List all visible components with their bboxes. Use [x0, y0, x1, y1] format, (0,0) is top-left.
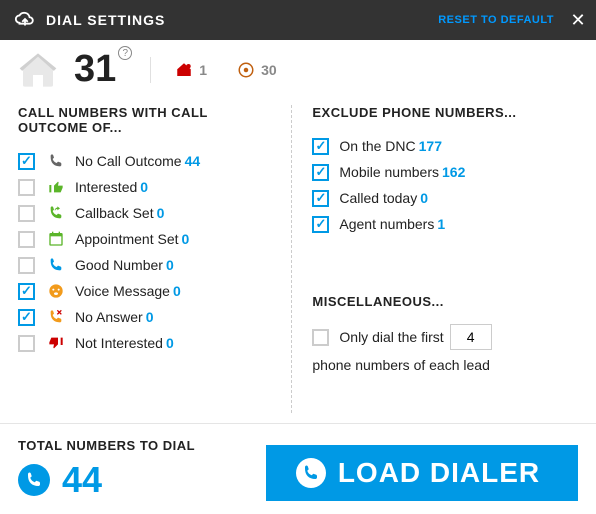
misc-title: MISCELLANEOUS... [312, 294, 578, 309]
outcome-count: 0 [182, 231, 190, 247]
thumb-up-icon [45, 178, 67, 196]
outcome-row: Voice Message0 [18, 279, 275, 303]
stat-home: 1 [175, 61, 207, 79]
phone-icon [18, 464, 50, 496]
misc-checkbox[interactable] [312, 329, 329, 346]
load-dialer-button[interactable]: LOAD DIALER [266, 445, 578, 501]
outcome-label: Voice Message [75, 283, 170, 299]
outcome-row: No Answer0 [18, 305, 275, 329]
checkbox[interactable] [18, 231, 35, 248]
checkbox[interactable] [312, 138, 329, 155]
outcomes-column: CALL NUMBERS WITH CALL OUTCOME OF... No … [18, 105, 292, 413]
exclude-label: Called today [339, 190, 417, 206]
outcome-label: Interested [75, 179, 137, 195]
outcome-count: 0 [146, 309, 154, 325]
phone-icon [296, 458, 326, 488]
close-icon[interactable]: ✕ [570, 10, 586, 31]
outcome-count: 44 [185, 153, 201, 169]
phone-icon [45, 152, 67, 170]
outcome-count: 0 [166, 257, 174, 273]
exclude-count: 1 [437, 216, 445, 232]
outcome-label: Good Number [75, 257, 163, 273]
outcome-count: 0 [173, 283, 181, 299]
checkbox[interactable] [18, 179, 35, 196]
outcome-label: Callback Set [75, 205, 154, 221]
outcome-count: 0 [140, 179, 148, 195]
outcomes-title: CALL NUMBERS WITH CALL OUTCOME OF... [18, 105, 275, 135]
help-icon[interactable]: ? [118, 46, 132, 60]
outcome-row: Not Interested0 [18, 331, 275, 355]
outcome-label: No Answer [75, 309, 143, 325]
exclude-label: On the DNC [339, 138, 415, 154]
phone-x-icon [45, 308, 67, 326]
outcome-row: Appointment Set0 [18, 227, 275, 251]
header: DIAL SETTINGS RESET TO DEFAULT ✕ [0, 0, 596, 40]
cloud-icon [14, 9, 36, 31]
outcome-count: 0 [166, 335, 174, 351]
checkbox[interactable] [18, 205, 35, 222]
exclude-row: Called today0 [312, 186, 578, 210]
outcome-row: Good Number0 [18, 253, 275, 277]
outcome-row: Interested0 [18, 175, 275, 199]
misc-input[interactable] [450, 324, 492, 350]
reset-link[interactable]: RESET TO DEFAULT [438, 14, 554, 26]
outcome-count: 0 [157, 205, 165, 221]
outcome-label: Appointment Set [75, 231, 179, 247]
exclude-title: EXCLUDE PHONE NUMBERS... [312, 105, 578, 120]
checkbox[interactable] [312, 216, 329, 233]
exclude-row: Agent numbers1 [312, 212, 578, 236]
calendar-icon [45, 230, 67, 248]
header-title: DIAL SETTINGS [46, 12, 438, 28]
face-icon [45, 282, 67, 300]
outcome-label: No Call Outcome [75, 153, 182, 169]
outcome-label: Not Interested [75, 335, 163, 351]
misc-label-pre: Only dial the first [339, 323, 443, 351]
exclude-label: Agent numbers [339, 216, 434, 232]
outcome-row: No Call Outcome44 [18, 149, 275, 173]
total-label: TOTAL NUMBERS TO DIAL [18, 438, 195, 453]
exclude-column: EXCLUDE PHONE NUMBERS... On the DNC177Mo… [292, 105, 578, 413]
phone-back-icon [45, 204, 67, 222]
outcome-row: Callback Set0 [18, 201, 275, 225]
exclude-row: Mobile numbers162 [312, 160, 578, 184]
checkbox[interactable] [18, 283, 35, 300]
exclude-label: Mobile numbers [339, 164, 439, 180]
load-dialer-label: LOAD DIALER [338, 457, 540, 489]
misc-row: Only dial the first phone numbers of eac… [312, 323, 578, 379]
footer: TOTAL NUMBERS TO DIAL 44 LOAD DIALER [0, 423, 596, 501]
checkbox[interactable] [312, 164, 329, 181]
stat-pin: 30 [237, 61, 277, 79]
exclude-count: 0 [420, 190, 428, 206]
home-icon [18, 50, 58, 90]
checkbox[interactable] [18, 335, 35, 352]
misc-label-post: phone numbers of each lead [312, 351, 489, 379]
checkbox[interactable] [18, 153, 35, 170]
thumb-down-icon [45, 334, 67, 352]
checkbox[interactable] [18, 309, 35, 326]
summary-total: 31 ? [74, 48, 116, 91]
summary-row: 31 ? 1 30 [0, 40, 596, 105]
checkbox[interactable] [312, 190, 329, 207]
total-number: 44 [62, 459, 102, 501]
phone-icon [45, 256, 67, 274]
exclude-count: 162 [442, 164, 465, 180]
exclude-count: 177 [419, 138, 442, 154]
exclude-row: On the DNC177 [312, 134, 578, 158]
checkbox[interactable] [18, 257, 35, 274]
